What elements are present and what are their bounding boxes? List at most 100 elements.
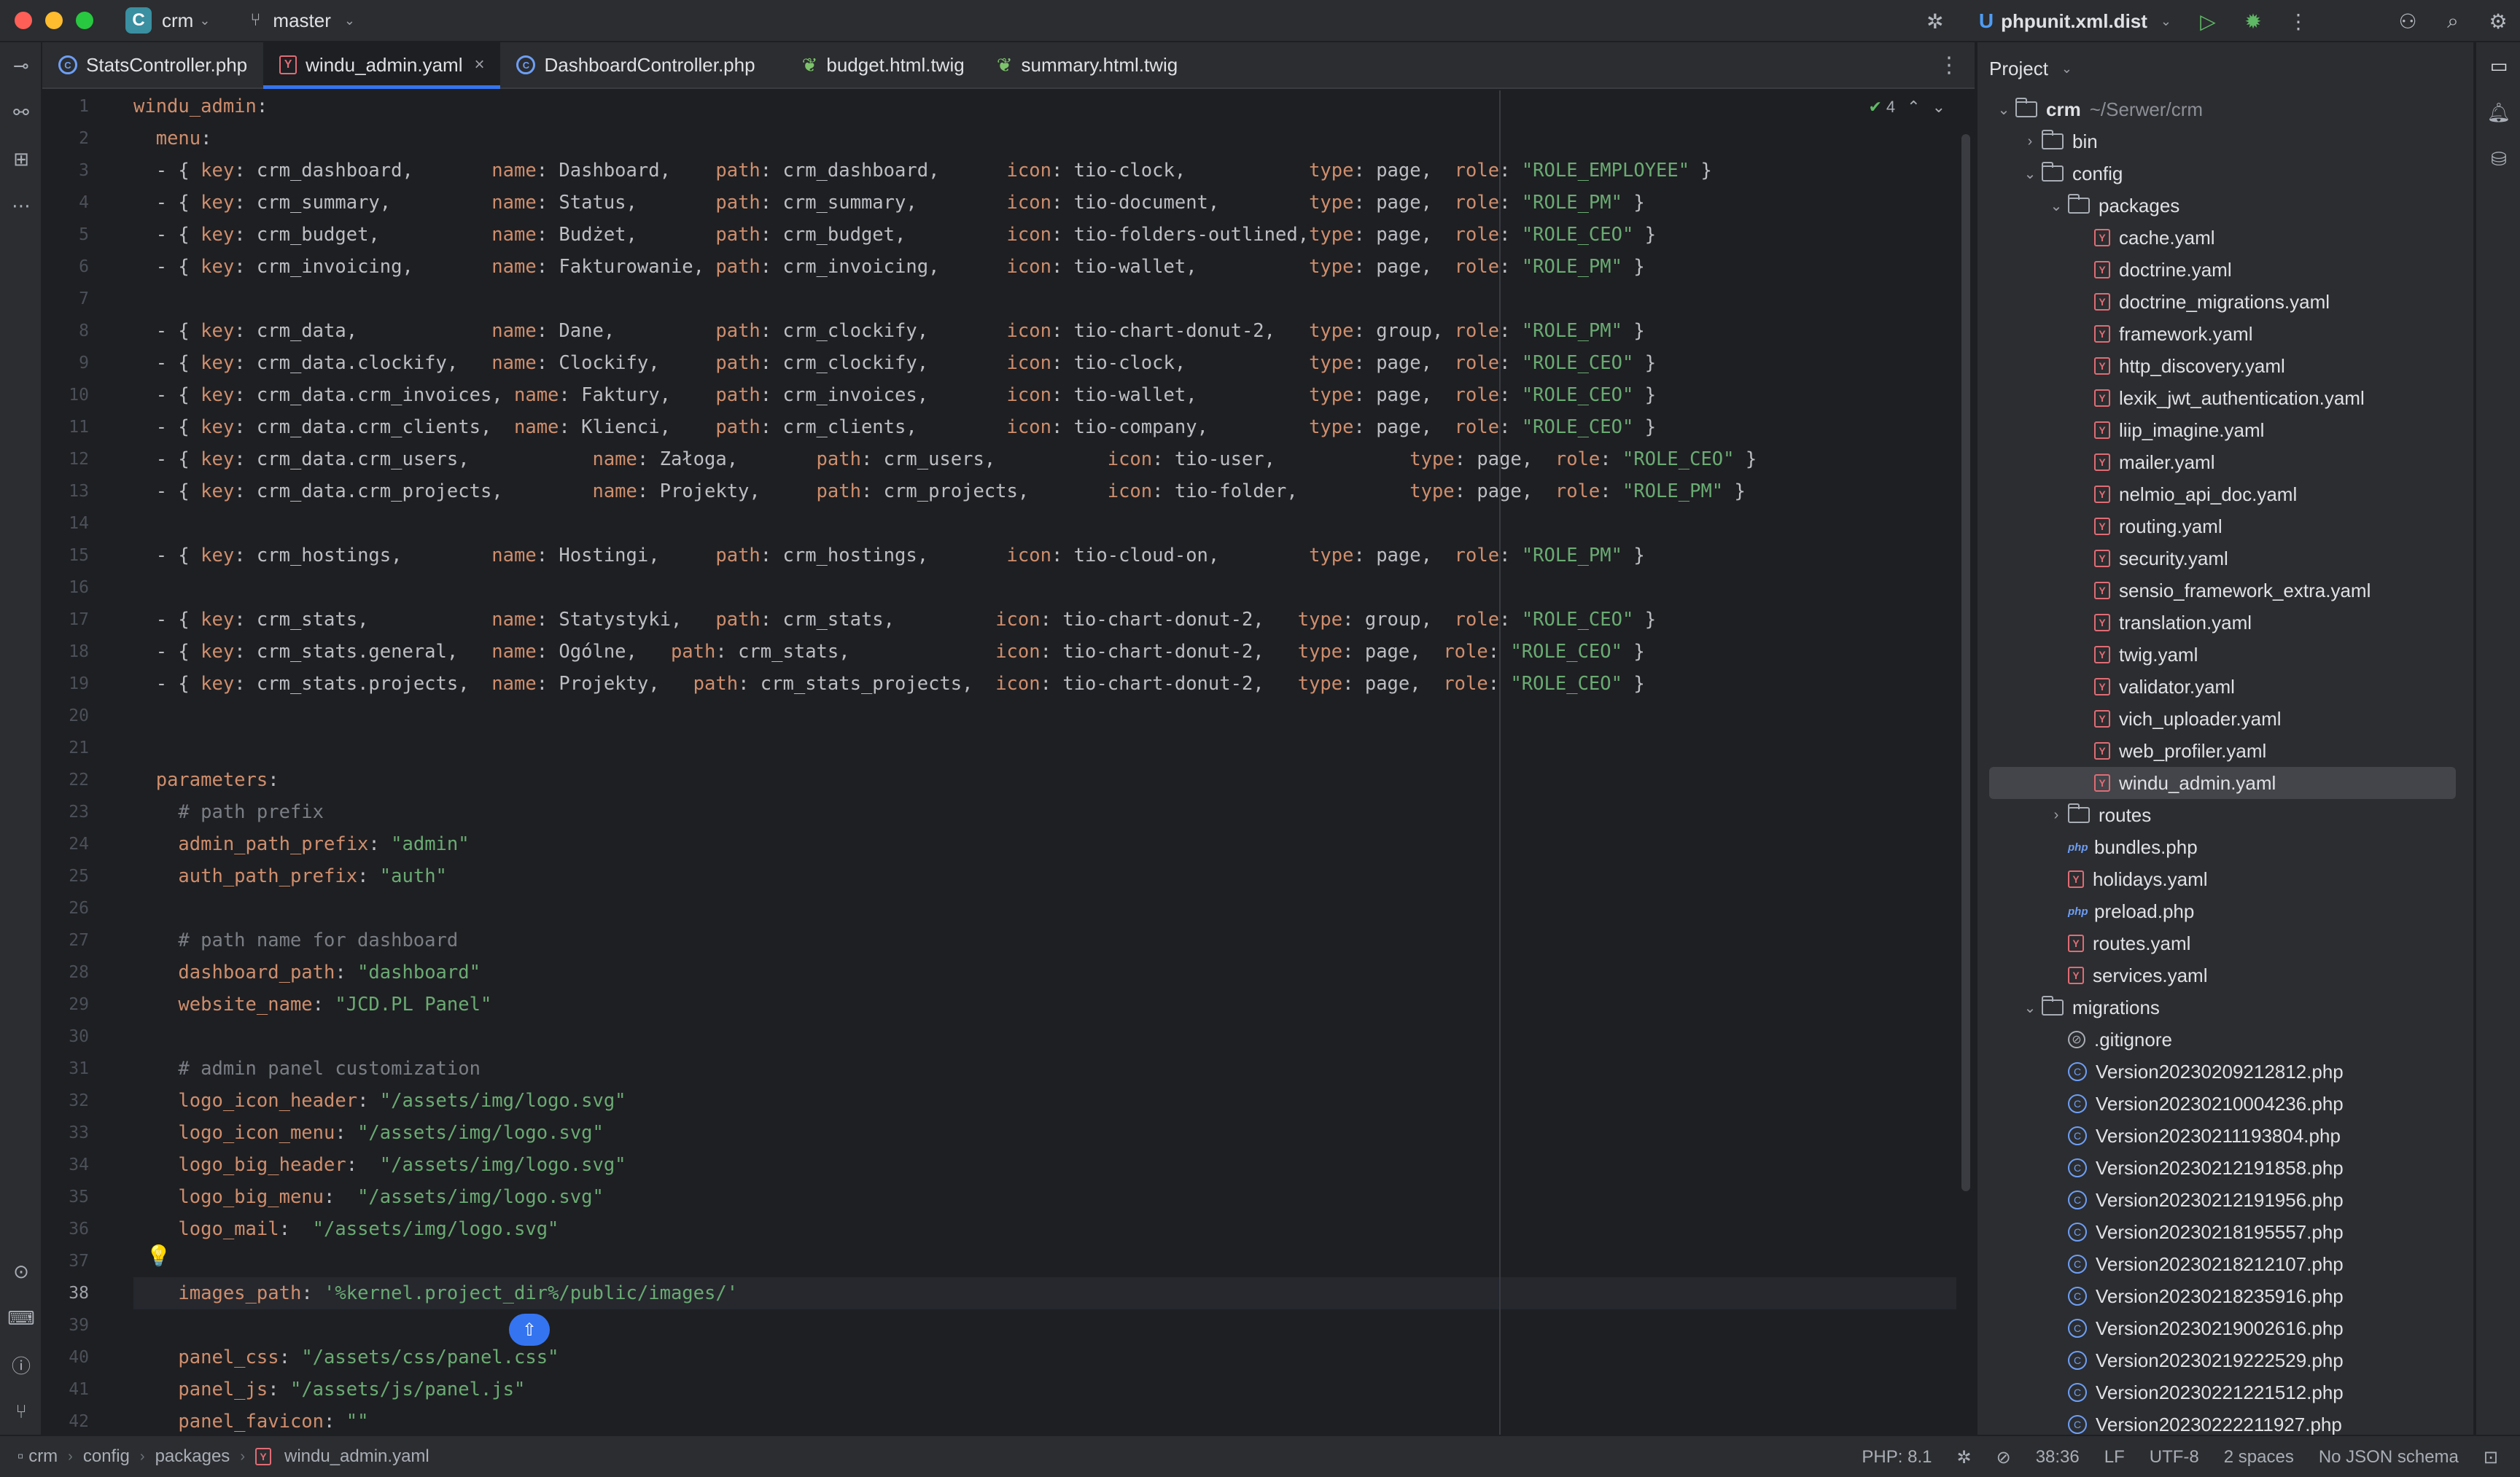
breadcrumb-item[interactable]: ▫ crm (18, 1446, 58, 1467)
minimize-window-button[interactable] (45, 12, 63, 29)
search-icon[interactable]: ⌕ (2438, 7, 2468, 36)
php-version-widget[interactable]: PHP: 8.1 (1862, 1447, 1932, 1468)
code-line[interactable]: - { key: crm_data.clockify, name: Clocki… (133, 347, 1956, 379)
git-icon[interactable]: ⑂ (0, 1388, 42, 1435)
vertical-scrollbar[interactable] (1961, 134, 1970, 1191)
chevron-down-icon[interactable]: ⌄ (1992, 101, 2015, 119)
code-line[interactable]: panel_favicon: "" (133, 1406, 1956, 1435)
tree-file[interactable]: C Version20230221221512.php (1978, 1376, 2473, 1408)
tree-file[interactable]: Yrouting.yaml (1978, 510, 2473, 542)
problems-icon[interactable]: ⓘ (0, 1341, 42, 1388)
tree-file[interactable]: Yframework.yaml (1978, 318, 2473, 350)
code-line[interactable]: - { key: crm_invoicing, name: Fakturowan… (133, 251, 1956, 283)
tree-file[interactable]: C Version20230218212107.php (1978, 1248, 2473, 1280)
tree-folder[interactable]: › bin (1978, 125, 2473, 157)
terminal-icon[interactable]: ⌨ (0, 1295, 42, 1341)
eye-off-icon[interactable]: ⊘ (1996, 1447, 2011, 1468)
tree-file[interactable]: C Version20230218195557.php (1978, 1216, 2473, 1248)
more-actions-icon[interactable]: ⋮ (2284, 7, 2313, 36)
tree-file[interactable]: Ydoctrine.yaml (1978, 254, 2473, 286)
database-icon[interactable]: ⛁ (2476, 136, 2520, 182)
code-line[interactable]: - { key: crm_data, name: Dane, path: crm… (133, 315, 1956, 347)
code-line[interactable] (133, 892, 1956, 924)
code-editor[interactable]: 1 2 3 4 5 6 7 8 9 10 11 12 13 14 15 16 17 18 19 20 21 22 23 24 2… (42, 90, 1975, 1435)
commit-icon[interactable]: ⊸ (0, 42, 42, 89)
tree-file[interactable]: Ytwig.yaml (1978, 639, 2473, 671)
notifications-bell-icon[interactable]: 🔔︎ (2476, 89, 2520, 136)
code-line[interactable]: admin_path_prefix: "admin" (133, 828, 1956, 860)
code-line[interactable]: - { key: crm_dashboard, name: Dashboard,… (133, 155, 1956, 187)
code-line[interactable]: - { key: crm_data.crm_users, name: Załog… (133, 443, 1956, 475)
code-line[interactable]: panel_js: "/assets/js/panel.js" (133, 1373, 1956, 1406)
tree-file[interactable]: Yvalidator.yaml (1978, 671, 2473, 703)
code-line[interactable]: parameters: (133, 764, 1956, 796)
tree-file[interactable]: Yholidays.yaml (1978, 863, 2473, 895)
chevron-right-icon[interactable]: › (2045, 807, 2068, 824)
tree-file[interactable]: Yvich_uploader.yaml (1978, 703, 2473, 735)
code-line[interactable]: logo_icon_menu: "/assets/img/logo.svg" (133, 1117, 1956, 1149)
code-line[interactable] (133, 283, 1956, 315)
tree-file[interactable]: C Version20230219222529.php (1978, 1344, 2473, 1376)
code-line[interactable]: - { key: crm_data.crm_clients, name: Kli… (133, 411, 1956, 443)
tree-file[interactable]: C Version20230219002616.php (1978, 1312, 2473, 1344)
bug-off-icon[interactable]: ✲ (1921, 7, 1950, 36)
tree-file[interactable]: Ywindu_admin.yaml (1989, 767, 2456, 799)
pull-requests-icon[interactable]: ⚯ (0, 89, 42, 136)
tree-file[interactable]: Ysecurity.yaml (1978, 542, 2473, 574)
chevron-down-icon[interactable]: ⌄ (2045, 197, 2068, 215)
code-line[interactable]: website_name: "JCD.PL Panel" (133, 989, 1956, 1021)
debug-button[interactable]: ✹ (2239, 7, 2268, 36)
tree-file[interactable]: Ydoctrine_migrations.yaml (1978, 286, 2473, 318)
tree-folder[interactable]: ⌄ packages (1978, 190, 2473, 222)
line-separator-widget[interactable]: LF (2104, 1447, 2125, 1468)
tree-file[interactable]: Ymailer.yaml (1978, 446, 2473, 478)
code-line[interactable] (133, 1309, 1956, 1341)
code-line[interactable]: logo_big_header: "/assets/img/logo.svg" (133, 1149, 1956, 1181)
code-hint-icon[interactable]: ⇧ (509, 1314, 550, 1346)
tree-file[interactable]: php bundles.php (1978, 831, 2473, 863)
code-line[interactable]: # path prefix (133, 796, 1956, 828)
chevron-down-icon[interactable]: ⌄ (2018, 165, 2042, 183)
tree-folder[interactable]: ⌄ crm ~/Serwer/crm (1978, 93, 2473, 125)
tree-file[interactable]: C Version20230218235916.php (1978, 1280, 2473, 1312)
code-line[interactable]: windu_admin: (133, 90, 1956, 122)
code-line[interactable] (133, 1021, 1956, 1053)
tree-file[interactable]: php preload.php (1978, 895, 2473, 927)
project-folder-icon[interactable]: ▭ (2476, 42, 2520, 89)
tree-file[interactable]: C Version20230212191858.php (1978, 1152, 2473, 1184)
tree-file[interactable]: C Version20230211193804.php (1978, 1120, 2473, 1152)
structure-icon[interactable]: ⊞ (0, 136, 42, 182)
tree-file[interactable]: Ylexik_jwt_authentication.yaml (1978, 382, 2473, 414)
code-line[interactable] (133, 572, 1956, 604)
project-switcher[interactable]: crm (162, 9, 193, 32)
code-line[interactable]: - { key: crm_stats, name: Statystyki, pa… (133, 604, 1956, 636)
intention-bulb-icon[interactable]: 💡 (146, 1244, 171, 1268)
services-icon[interactable]: ⊙ (0, 1248, 42, 1295)
code-line[interactable]: - { key: crm_data.crm_invoices, name: Fa… (133, 379, 1956, 411)
tab-summary-twig[interactable]: ❦ summary.html.twig (981, 42, 1194, 87)
chevron-right-icon[interactable]: › (2018, 133, 2042, 150)
tab-windu-admin-yaml[interactable]: Y windu_admin.yaml × (263, 42, 501, 89)
more-tools-icon[interactable]: ⋯ (0, 182, 42, 229)
code-line[interactable]: logo_mail: "/assets/img/logo.svg" (133, 1213, 1956, 1245)
tree-file[interactable]: Ysensio_framework_extra.yaml (1978, 574, 2473, 607)
code-line[interactable]: menu: (133, 122, 1956, 155)
code-line[interactable] (133, 732, 1956, 764)
tree-file[interactable]: Yhttp_discovery.yaml (1978, 350, 2473, 382)
code-line[interactable]: - { key: crm_budget, name: Budżet, path:… (133, 219, 1956, 251)
code-line[interactable]: images_path: '%kernel.project_dir%/publi… (133, 1277, 1956, 1309)
tree-file[interactable]: ⊘ .gitignore (1978, 1024, 2473, 1056)
code-line[interactable]: - { key: crm_summary, name: Status, path… (133, 187, 1956, 219)
breadcrumb-item[interactable]: packages (155, 1446, 230, 1467)
code-line[interactable]: dashboard_path: "dashboard" (133, 956, 1956, 989)
code-line[interactable] (133, 1245, 1956, 1277)
code-line[interactable] (133, 700, 1956, 732)
next-highlight-icon[interactable]: ⌄ (1932, 98, 1945, 117)
json-schema-widget[interactable]: No JSON schema (2319, 1447, 2459, 1468)
tab-statscontroller[interactable]: C StatsController.php (42, 42, 263, 87)
code-line[interactable]: logo_icon_header: "/assets/img/logo.svg" (133, 1085, 1956, 1117)
code-line[interactable]: logo_big_menu: "/assets/img/logo.svg" (133, 1181, 1956, 1213)
tree-file[interactable]: C Version20230212191956.php (1978, 1184, 2473, 1216)
tree-file[interactable]: Yliip_imagine.yaml (1978, 414, 2473, 446)
tree-file[interactable]: Ytranslation.yaml (1978, 607, 2473, 639)
